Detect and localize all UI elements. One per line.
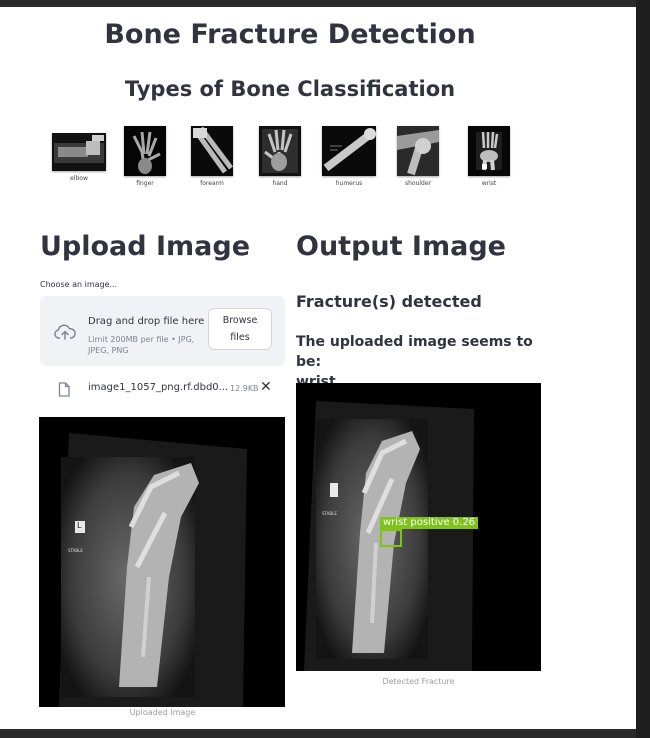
file-uploader-label: Choose an image... — [40, 280, 118, 289]
thumb-label: hand — [272, 180, 288, 187]
window-edge — [636, 0, 650, 738]
file-name: image1_1057_png.rf.dbd0... — [88, 382, 229, 393]
output-heading: Output Image — [296, 231, 506, 262]
xray-tag: STABLE — [322, 511, 337, 516]
close-icon[interactable]: ✕ — [260, 379, 272, 395]
xray-marker: L — [77, 521, 82, 530]
thumb-finger: finger — [114, 126, 176, 187]
shoulder-xray-image — [397, 126, 439, 176]
page-title: Bone Fracture Detection — [104, 19, 476, 50]
file-dropzone[interactable]: Drag and drop file here Limit 200MB per … — [40, 296, 285, 366]
fracture-status: Fracture(s) detected — [296, 292, 482, 311]
forearm-xray-image — [191, 126, 233, 176]
thumb-hand: hand — [249, 126, 311, 187]
app-main: Bone Fracture Detection Types of Bone Cl… — [0, 7, 636, 729]
file-size: 12.9KB — [230, 384, 259, 393]
thumb-label: finger — [136, 180, 154, 187]
file-icon — [58, 382, 70, 401]
hand-xray-image — [259, 126, 301, 176]
detection-box — [380, 529, 402, 547]
upload-heading: Upload Image — [40, 231, 251, 262]
thumb-shoulder: shoulder — [387, 126, 449, 187]
dropzone-limit: Limit 200MB per file • JPG, JPEG, PNG — [88, 335, 195, 355]
thumb-forearm: forearm — [181, 126, 243, 187]
thumb-label: humerus — [335, 180, 363, 187]
browse-files-button[interactable]: Browse files — [208, 308, 272, 350]
bone-types-title: Types of Bone Classification — [124, 77, 456, 101]
thumb-wrist: wrist — [458, 126, 520, 187]
elbow-xray-image — [52, 133, 106, 171]
thumb-elbow: elbow — [48, 133, 110, 182]
result-prefix: The uploaded image seems to be: — [296, 334, 533, 370]
browse-label-line2: files — [230, 332, 250, 343]
thumb-label: elbow — [70, 175, 88, 182]
uploaded-xray-image: L STABLE — [39, 417, 285, 707]
dropzone-title: Drag and drop file here — [88, 316, 205, 327]
browse-label-line1: Browse — [222, 315, 258, 326]
finger-xray-image — [124, 126, 166, 176]
xray-tag: STABLE — [68, 548, 83, 553]
thumb-humerus: humerus — [318, 126, 380, 187]
thumb-label: wrist — [481, 180, 497, 187]
uploaded-image-caption: Uploaded Image — [129, 708, 196, 717]
detection-label: wrist positive 0.26 — [380, 517, 479, 529]
uploaded-file-row: image1_1057_png.rf.dbd0... 12.9KB ✕ — [40, 374, 285, 402]
thumb-label: shoulder — [404, 180, 432, 187]
wrist-xray-image — [468, 126, 510, 176]
cloud-upload-icon — [54, 324, 76, 344]
detected-image-caption: Detected Fracture — [382, 677, 455, 686]
thumb-label: forearm — [200, 180, 224, 187]
humerus-xray-image — [322, 126, 376, 176]
detected-xray-image: STABLE wrist positive 0.26 — [296, 383, 541, 671]
